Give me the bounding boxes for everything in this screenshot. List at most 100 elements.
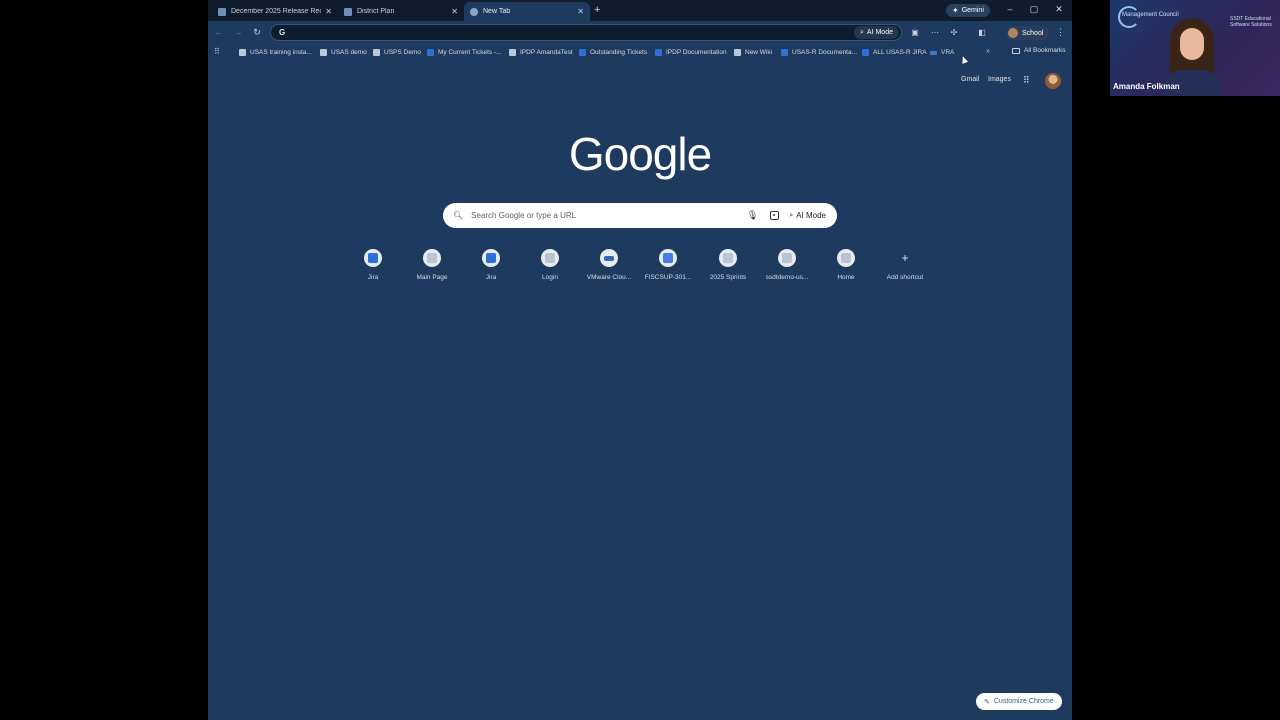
avatar (1008, 28, 1018, 38)
new-tab-page: Gmail Images ⠿ Google 🔍︎ 🎙︎ ⌕ AI Mode Ji… (208, 61, 1072, 720)
search-icon: 🔍︎ (453, 211, 464, 220)
apps-grid-icon[interactable]: ⠿ (214, 48, 222, 56)
ai-mode-label: AI Mode (866, 29, 893, 36)
chrome-menu-button[interactable]: ⋮ (1056, 27, 1065, 38)
bookmark-item[interactable]: Outstanding Tickets (579, 47, 647, 58)
bookmark-item[interactable]: New Wiki (734, 47, 772, 58)
shortcut-main-page[interactable]: Main Page (404, 246, 460, 281)
all-bookmarks-label: All Bookmarks (1024, 47, 1066, 54)
search-box[interactable]: 🔍︎ 🎙︎ ⌕ AI Mode (443, 203, 837, 228)
gemini-button[interactable]: ✦ Gemini (946, 4, 990, 17)
new-tab-button[interactable]: + (594, 4, 600, 16)
close-icon[interactable]: ✕ (325, 7, 332, 16)
shortcut-jira[interactable]: Jira (345, 246, 401, 281)
bookmark-item[interactable]: IPDP AmandaTest (509, 47, 573, 58)
shortcut-2025-sprints[interactable]: 2025 Sprints (700, 246, 756, 281)
page-icon (427, 253, 437, 263)
bookmark-label: USAS-R Documenta... (792, 49, 858, 56)
shortcut-tile (364, 249, 382, 267)
shortcut-fiscsup[interactable]: FISCSUP-301... (640, 246, 696, 281)
profile-label: School (1022, 29, 1044, 37)
shortcut-jira-2[interactable]: Jira (463, 246, 519, 281)
close-icon[interactable]: ✕ (577, 7, 584, 16)
bookmark-item[interactable]: ALL USAS-R JIRA (862, 47, 927, 58)
shortcut-label: ssdtdemo-us... (765, 274, 809, 281)
sparkle-icon: ✦ (952, 6, 959, 15)
close-window-button[interactable]: ✕ (1053, 4, 1065, 15)
page-icon (344, 7, 352, 16)
customize-chrome-button[interactable]: ✎ Customize Chrome (976, 693, 1062, 710)
shortcut-tile (719, 249, 737, 267)
shortcut-tile (541, 249, 559, 267)
shortcut-label: Login (542, 274, 558, 281)
bookmark-label: ALL USAS-R JIRA (873, 49, 927, 56)
profile-button[interactable]: School (1006, 26, 1050, 40)
ai-search-icon: ⌕ (789, 211, 794, 219)
all-bookmarks-button[interactable]: All Bookmarks (1012, 47, 1066, 54)
address-bar[interactable]: G ⌕ AI Mode (270, 24, 902, 41)
extensions-more-icon[interactable]: ⋯ (930, 28, 940, 38)
shortcut-tile (482, 249, 500, 267)
gemini-label: Gemini (961, 7, 984, 14)
tab-new-tab[interactable]: New Tab ✕ (464, 2, 590, 21)
bookmark-label: My Current Tickets -... (438, 49, 502, 56)
shortcut-label: Add shortcut (886, 274, 924, 281)
chrome-icon (470, 7, 478, 16)
page-icon (841, 253, 851, 263)
maximize-button[interactable]: ▢ (1028, 4, 1040, 15)
search-input[interactable] (471, 211, 747, 220)
shortcut-home[interactable]: Home (818, 246, 874, 281)
bookmark-item[interactable]: IPDP Documentation (655, 47, 727, 58)
bookmark-item[interactable]: VRA (930, 47, 954, 58)
close-icon[interactable]: ✕ (451, 7, 458, 16)
shortcut-tile (837, 249, 855, 267)
bookmark-item[interactable]: USPS Demo (373, 47, 421, 58)
pencil-icon: ✎ (984, 698, 990, 706)
address-input[interactable] (289, 28, 854, 37)
ai-mode-button[interactable]: ⌕ AI Mode (789, 211, 826, 220)
shortcut-vmware-cloud[interactable]: VMware Clou... (581, 246, 637, 281)
bookmarks-overflow-button[interactable]: » (986, 48, 990, 55)
images-link[interactable]: Images (988, 76, 1011, 83)
tab-strip: December 2025 Release Recap ✕ District P… (208, 0, 1072, 21)
account-avatar[interactable] (1045, 73, 1061, 89)
reload-button[interactable]: ↻ (252, 27, 262, 38)
ssdt-logo: SSDT Educational Software Solutions (1230, 16, 1272, 28)
tab-december-release-recap[interactable]: December 2025 Release Recap ✕ (212, 2, 338, 21)
page-icon (782, 253, 792, 263)
page-icon (218, 7, 226, 16)
tab-district-plan[interactable]: District Plan ✕ (338, 2, 464, 21)
bookmark-item[interactable]: USAS-R Documenta... (781, 47, 857, 58)
minimize-button[interactable]: – (1004, 4, 1016, 14)
extension-icon[interactable]: ▣ (910, 28, 920, 38)
side-panel-icon[interactable]: ◧ (977, 28, 987, 38)
shortcut-tile (659, 249, 677, 267)
page-icon (545, 253, 555, 263)
puzzle-icon[interactable]: ✣ (949, 28, 959, 38)
lens-icon[interactable] (770, 211, 780, 220)
participant-face (1180, 28, 1204, 60)
page-icon (734, 49, 741, 56)
shortcut-label: Jira (367, 274, 379, 281)
google-icon: G (279, 28, 286, 37)
shortcut-login[interactable]: Login (522, 246, 578, 281)
page-icon (239, 49, 246, 56)
bookmarks-bar: ⠿ USAS training insta... USAS demo USPS … (208, 44, 1072, 61)
tab-title: December 2025 Release Recap (231, 8, 322, 15)
google-apps-icon[interactable]: ⠿ (1023, 75, 1030, 86)
bookmark-item[interactable]: My Current Tickets -... (427, 47, 502, 58)
shortcut-tile (600, 249, 618, 267)
page-icon (723, 253, 733, 263)
shortcut-ssdtdemo[interactable]: ssdtdemo-us... (759, 246, 815, 281)
microphone-icon[interactable]: 🎙︎ (747, 210, 758, 221)
back-button[interactable]: ← (214, 27, 224, 37)
bookmark-item[interactable]: USAS demo (320, 47, 367, 58)
tab-title: District Plan (357, 8, 395, 15)
ai-mode-button[interactable]: ⌕ AI Mode (854, 26, 899, 39)
add-shortcut-button[interactable]: + Add shortcut (877, 246, 933, 281)
gmail-link[interactable]: Gmail (961, 76, 979, 83)
bookmark-item[interactable]: USAS training insta... (239, 47, 312, 58)
jira-icon (781, 49, 788, 56)
shortcut-label: VMware Clou... (586, 274, 632, 281)
forward-button[interactable]: → (233, 27, 243, 37)
